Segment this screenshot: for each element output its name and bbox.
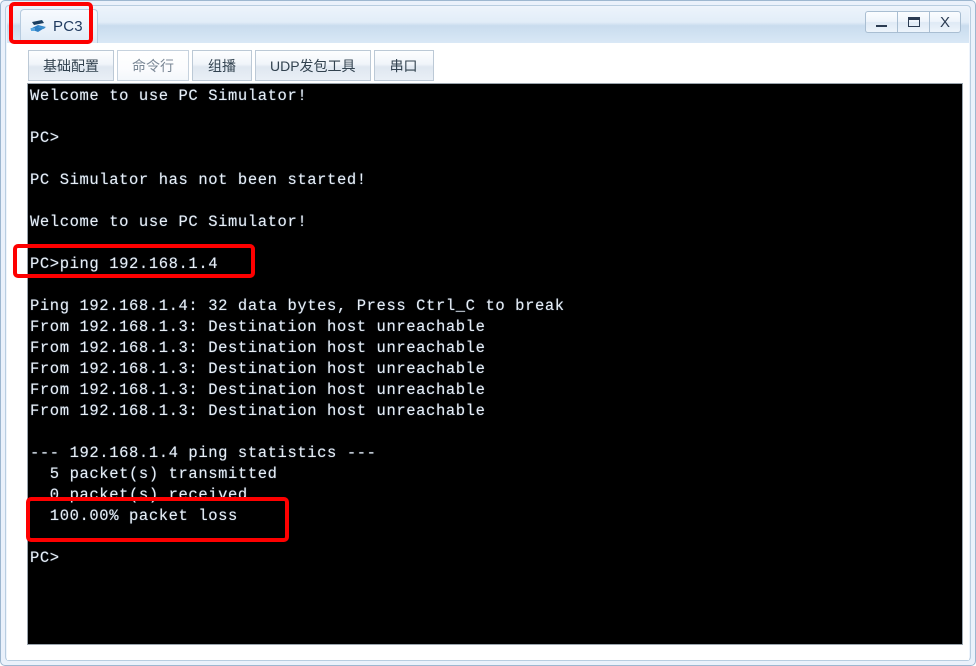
terminal-line: 0 packet(s) received bbox=[30, 486, 248, 504]
terminal-line: Welcome to use PC Simulator! bbox=[30, 213, 308, 231]
close-button[interactable]: X bbox=[929, 11, 961, 33]
terminal-line: Ping 192.168.1.4: 32 data bytes, Press C… bbox=[30, 297, 565, 315]
terminal-line: From 192.168.1.3: Destination host unrea… bbox=[30, 339, 486, 357]
client-area: 基础配置 命令行 组播 UDP发包工具 串口 Welcome to use PC Sim… bbox=[7, 43, 969, 660]
tab-label: UDP发包工具 bbox=[270, 57, 356, 74]
tab-label: 组播 bbox=[208, 57, 236, 74]
terminal-line: From 192.168.1.3: Destination host unrea… bbox=[30, 381, 486, 399]
minimize-icon bbox=[876, 24, 887, 27]
tab-label: 基础配置 bbox=[43, 57, 99, 74]
terminal-line: From 192.168.1.3: Destination host unrea… bbox=[30, 318, 486, 336]
minimize-button[interactable] bbox=[865, 11, 897, 33]
tab-serial-port[interactable]: 串口 bbox=[373, 50, 434, 81]
window-title-tab[interactable]: PC3 bbox=[20, 9, 98, 43]
title-bar: PC3 X bbox=[7, 7, 969, 44]
tab-label: 命令行 bbox=[132, 57, 174, 74]
terminal-line: --- 192.168.1.4 ping statistics --- bbox=[30, 444, 377, 462]
maximize-icon bbox=[907, 17, 920, 27]
tab-strip: 基础配置 命令行 组播 UDP发包工具 串口 bbox=[7, 43, 969, 83]
terminal-line: Welcome to use PC Simulator! bbox=[30, 87, 308, 105]
terminal-line: PC> bbox=[30, 129, 60, 147]
tab-basic-config[interactable]: 基础配置 bbox=[28, 50, 114, 81]
terminal-line: From 192.168.1.3: Destination host unrea… bbox=[30, 402, 486, 420]
terminal-line: 5 packet(s) transmitted bbox=[30, 465, 278, 483]
window-title-text: PC3 bbox=[53, 18, 83, 35]
pc-simulator-window: PC3 X 基础配置 命令行 组播 UDP发包工具 串口 Welcome to use … bbox=[0, 0, 976, 666]
tab-label: 串口 bbox=[389, 57, 418, 74]
terminal-line: PC> bbox=[30, 549, 60, 567]
terminal-panel[interactable]: Welcome to use PC Simulator! PC> PC Simula… bbox=[27, 83, 963, 645]
tab-udp-tool[interactable]: UDP发包工具 bbox=[255, 50, 371, 81]
terminal-line: PC Simulator has not been started! bbox=[30, 171, 367, 189]
tab-command-line[interactable]: 命令行 bbox=[117, 50, 189, 81]
maximize-button[interactable] bbox=[897, 11, 929, 33]
window-inner-frame: PC3 X 基础配置 命令行 组播 UDP发包工具 串口 Welcome to use … bbox=[5, 5, 971, 661]
close-icon: X bbox=[939, 13, 950, 31]
pc-device-icon bbox=[29, 19, 47, 35]
terminal-line: From 192.168.1.3: Destination host unrea… bbox=[30, 360, 486, 378]
terminal-line: 100.00% packet loss bbox=[30, 507, 238, 525]
tab-multicast[interactable]: 组播 bbox=[192, 50, 252, 81]
terminal-line: PC>ping 192.168.1.4 bbox=[30, 255, 219, 273]
window-controls: X bbox=[865, 11, 961, 33]
terminal-output[interactable]: Welcome to use PC Simulator! PC> PC Simula… bbox=[28, 84, 962, 644]
